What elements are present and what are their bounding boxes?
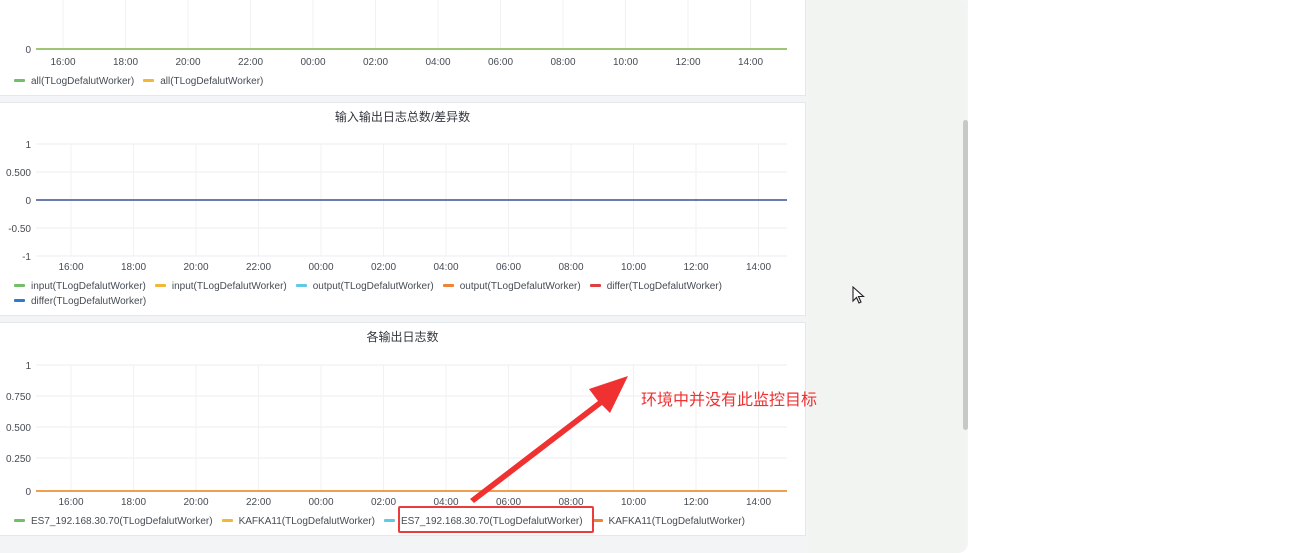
annotation-highlight-box (398, 506, 594, 533)
legend-label: all(TLogDefalutWorker) (160, 76, 264, 87)
legend-item[interactable]: input(TLogDefalutWorker) (14, 279, 146, 294)
legend-item[interactable]: differ(TLogDefalutWorker) (589, 279, 722, 294)
legend-item[interactable]: KAFKA11(TLogDefalutWorker) (221, 514, 375, 529)
legend-label: ES7_192.168.30.70(TLogDefalutWorker) (31, 516, 213, 527)
x-tick-label: 04:00 (433, 262, 458, 273)
x-tick-label: 06:00 (496, 262, 521, 273)
x-tick-label: 10:00 (613, 57, 638, 68)
legend-label: differ(TLogDefalutWorker) (31, 296, 147, 307)
y-tick-label: 1 (25, 140, 31, 151)
x-tick-label: 22:00 (246, 497, 271, 508)
x-tick-label: 00:00 (308, 262, 333, 273)
legend-label: KAFKA11(TLogDefalutWorker) (608, 516, 745, 527)
x-tick-label: 10:00 (621, 497, 646, 508)
legend-item[interactable]: output(TLogDefalutWorker) (295, 279, 434, 294)
x-tick-label: 20:00 (175, 57, 200, 68)
x-tick-label: 14:00 (738, 57, 763, 68)
legend-swatch (14, 78, 25, 82)
x-tick-label: 00:00 (300, 57, 325, 68)
panel-output-log-counts[interactable]: 各输出日志数 1 0.750 0.500 0.250 0 16:00 18:00 20:00… (0, 322, 806, 536)
legend-label: differ(TLogDefalutWorker) (606, 281, 722, 292)
dashboard-right-gutter (808, 0, 966, 553)
panel-output-log-counts-graph[interactable]: 1 0.750 0.500 0.250 0 16:00 18:00 20:00 22:00 00… (0, 323, 806, 537)
legend-swatch (14, 283, 25, 287)
y-tick-label: 0 (25, 196, 31, 207)
x-tick-label: 16:00 (50, 57, 75, 68)
legend-item[interactable]: all(TLogDefalutWorker) (14, 74, 134, 89)
x-tick-label: 16:00 (58, 497, 83, 508)
legend-swatch (14, 298, 25, 302)
x-tick-label: 06:00 (488, 57, 513, 68)
legend-item[interactable]: all(TLogDefalutWorker) (143, 74, 263, 89)
x-tick-label: 08:00 (550, 57, 575, 68)
legend-label: output(TLogDefalutWorker) (312, 281, 434, 292)
x-tick-label: 14:00 (746, 497, 771, 508)
annotation-text: 环境中并没有此监控目标 (641, 390, 818, 409)
y-tick-label: -1 (22, 252, 31, 263)
x-tick-label: 04:00 (425, 57, 450, 68)
panel-all-workers[interactable]: 0 16:00 18:00 20:00 22:00 00:00 02:00 04:00 06:… (0, 0, 806, 96)
x-tick-label: 12:00 (683, 262, 708, 273)
x-tick-label: 20:00 (183, 262, 208, 273)
x-tick-label: 20:00 (183, 497, 208, 508)
x-tick-label: 18:00 (121, 497, 146, 508)
y-tick-label: -0.50 (8, 224, 31, 235)
y-tick-label: 0.500 (6, 168, 31, 179)
legend-item[interactable]: ES7_192.168.30.70(TLogDefalutWorker) (14, 514, 213, 529)
legend-item[interactable]: input(TLogDefalutWorker) (154, 279, 287, 294)
legend-item[interactable]: output(TLogDefalutWorker) (442, 279, 581, 294)
x-tick-label: 18:00 (121, 262, 146, 273)
dashboard-scrollbar[interactable] (961, 0, 969, 553)
x-tick-label: 12:00 (675, 57, 700, 68)
x-tick-label: 02:00 (371, 497, 396, 508)
legend-label: input(TLogDefalutWorker) (171, 281, 287, 292)
x-tick-label: 02:00 (363, 57, 388, 68)
mouse-pointer-icon (852, 286, 865, 304)
legend-swatch (383, 518, 395, 522)
x-tick-label: 22:00 (238, 57, 263, 68)
y-tick-label: 1 (25, 361, 31, 372)
legend-swatch (154, 283, 166, 287)
panel-all-workers-legend: all(TLogDefalutWorker) all(TLogDefalutWor… (14, 74, 272, 89)
scrollbar-thumb[interactable] (963, 120, 968, 430)
legend-swatch (143, 78, 155, 82)
legend-swatch (295, 283, 307, 287)
x-tick-label: 18:00 (113, 57, 138, 68)
legend-label: all(TLogDefalutWorker) (31, 76, 135, 87)
legend-swatch (14, 518, 25, 522)
panel-input-output-differ[interactable]: 输入输出日志总数/差异数 1 0.500 0 -0.50 -1 16:00 18:00 20… (0, 102, 806, 316)
y-tick-label: 0 (25, 487, 31, 498)
legend-label: output(TLogDefalutWorker) (459, 281, 581, 292)
x-tick-label: 02:00 (371, 262, 396, 273)
y-tick-label: 0.500 (6, 423, 31, 434)
y-tick-label: 0 (25, 45, 31, 56)
x-tick-label: 00:00 (308, 497, 333, 508)
legend-swatch (589, 283, 601, 287)
x-tick-label: 10:00 (621, 262, 646, 273)
x-tick-label: 12:00 (683, 497, 708, 508)
panel-input-output-differ-legend: input(TLogDefalutWorker) input(TLogDefalu… (14, 279, 794, 309)
legend-label: input(TLogDefalutWorker) (31, 281, 146, 292)
legend-swatch (442, 283, 454, 287)
x-tick-label: 16:00 (58, 262, 83, 273)
panel-output-log-counts-legend: ES7_192.168.30.70(TLogDefalutWorker) KAFK… (14, 514, 754, 529)
legend-swatch (221, 518, 233, 522)
y-tick-label: 0.250 (6, 454, 31, 465)
y-tick-label: 0.750 (6, 392, 31, 403)
legend-item[interactable]: KAFKA11(TLogDefalutWorker) (591, 514, 745, 529)
x-tick-label: 08:00 (558, 262, 583, 273)
x-tick-label: 14:00 (746, 262, 771, 273)
x-tick-label: 22:00 (246, 262, 271, 273)
legend-item[interactable]: differ(TLogDefalutWorker) (14, 294, 146, 309)
legend-label: KAFKA11(TLogDefalutWorker) (238, 516, 375, 527)
